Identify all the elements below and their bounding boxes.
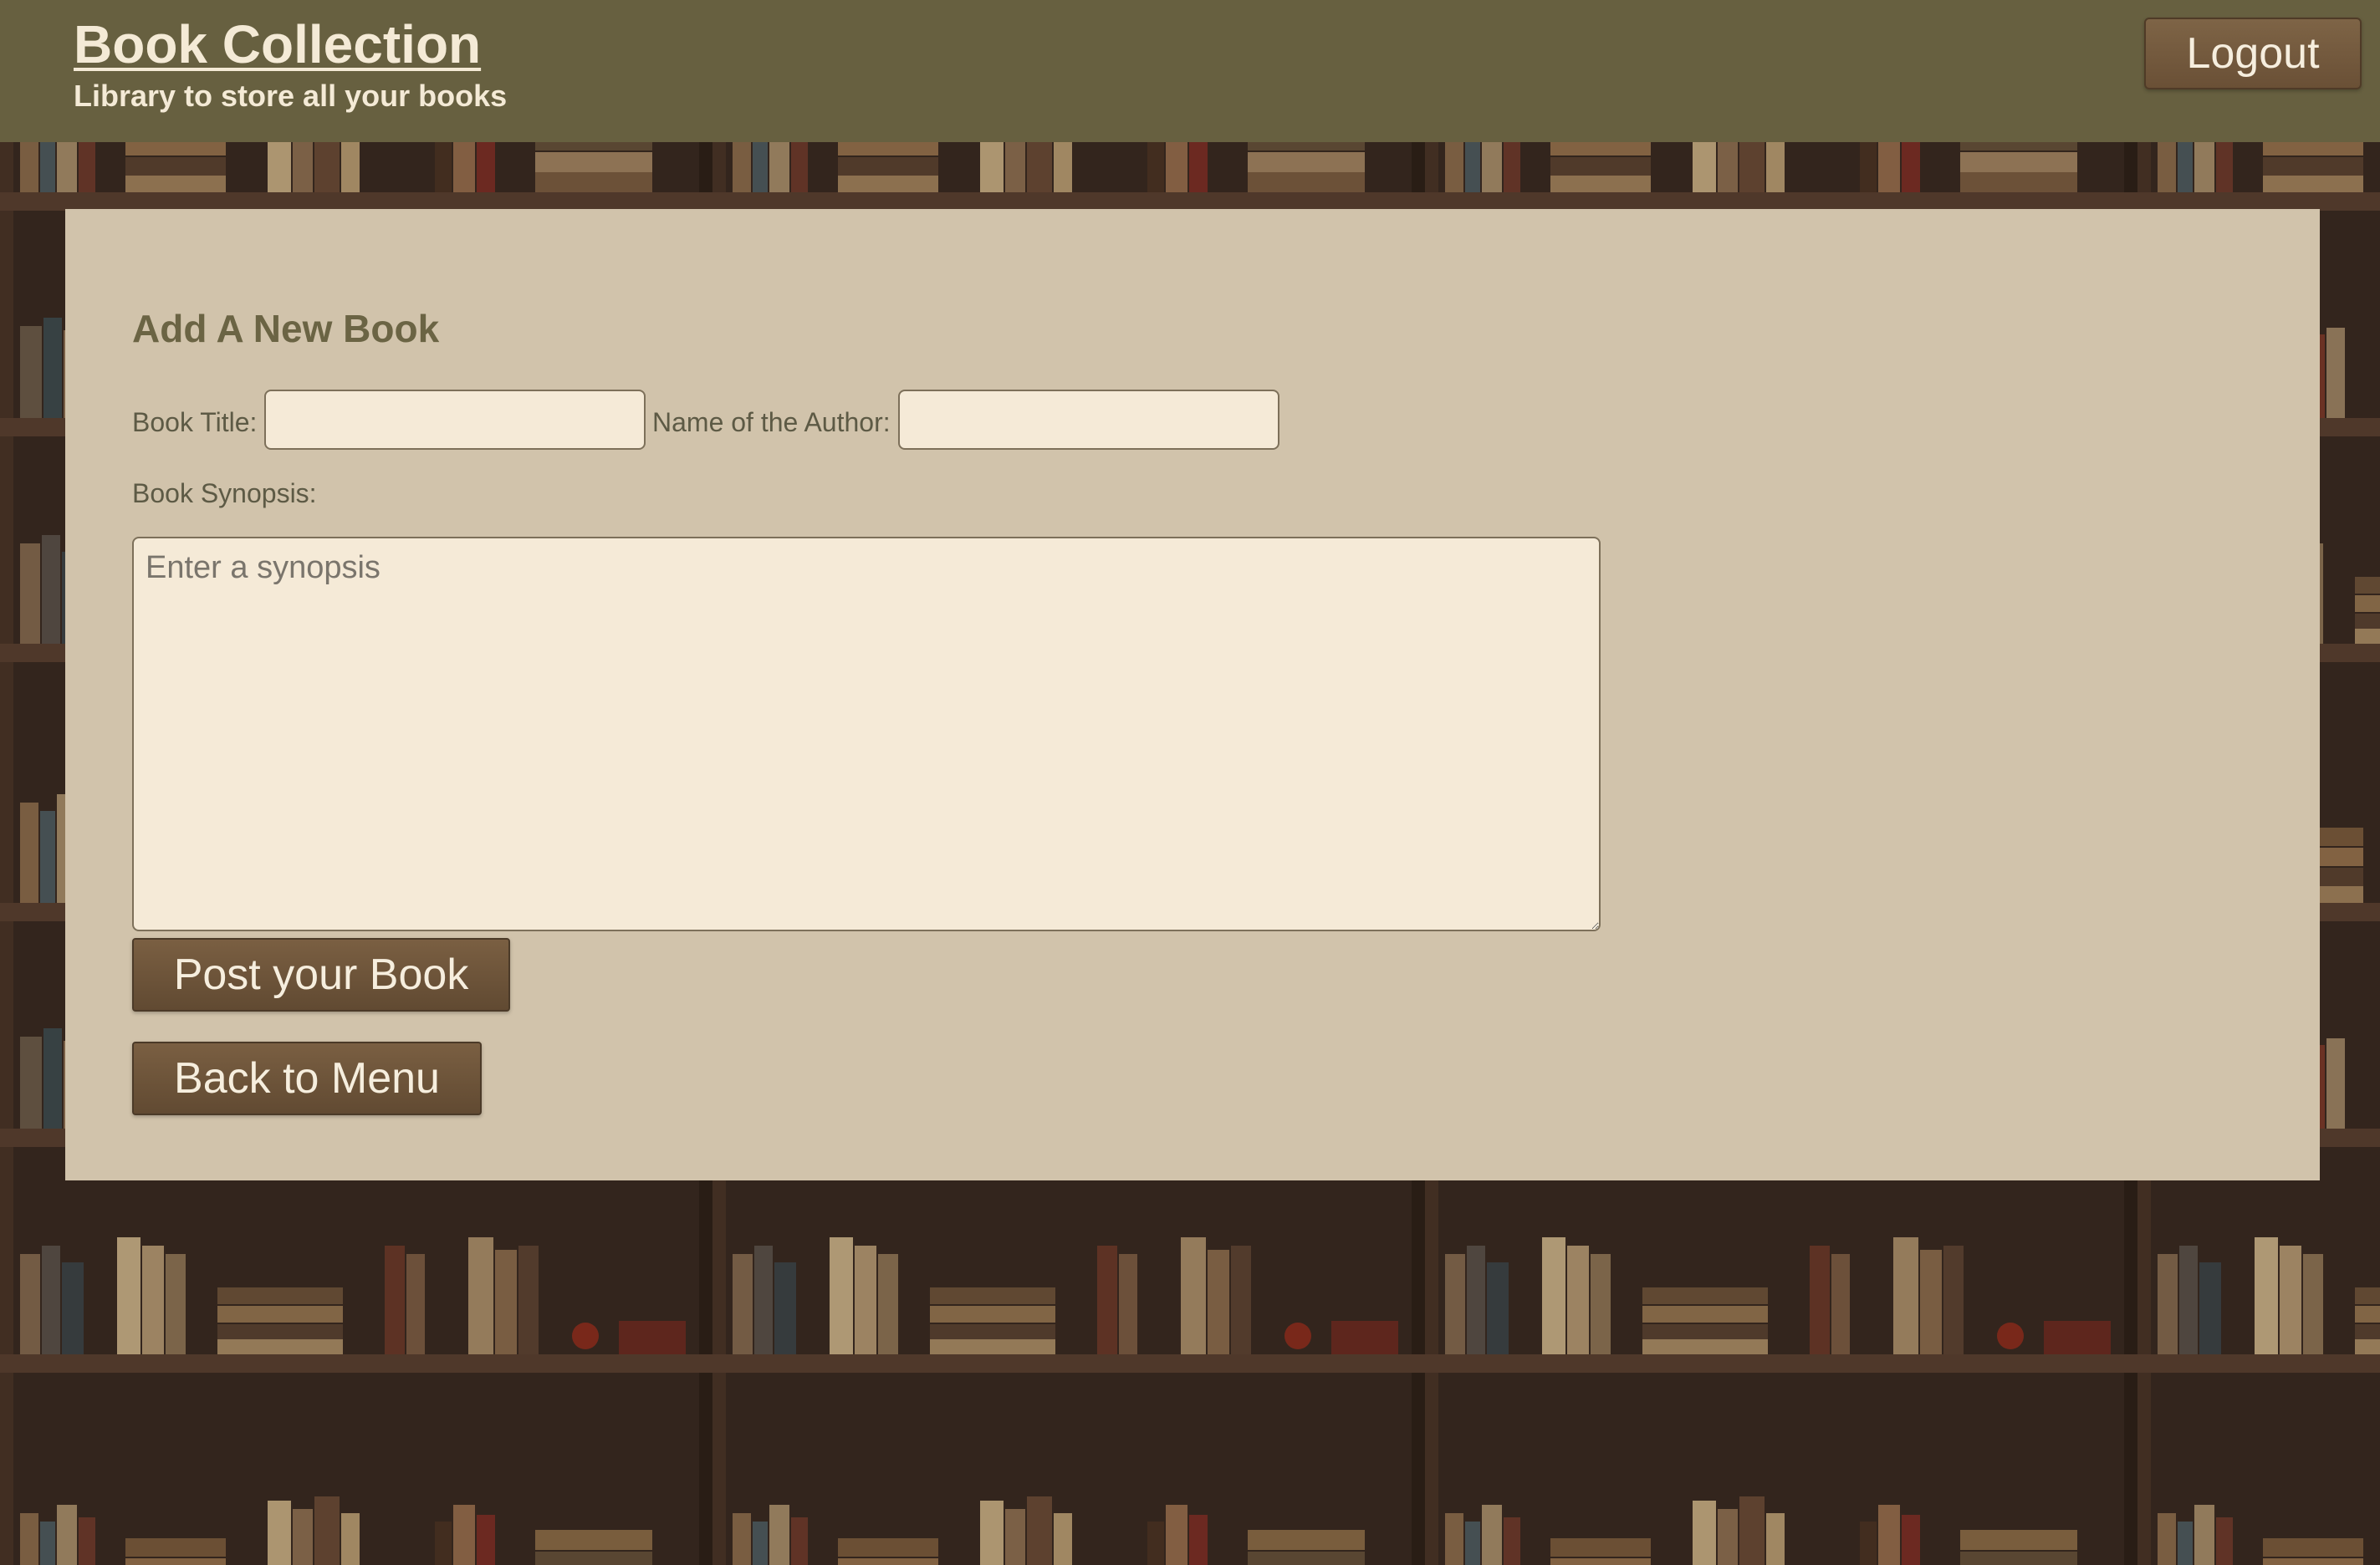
site-title-link[interactable]: Book Collection bbox=[74, 15, 481, 74]
site-header: Book Collection Library to store all you… bbox=[0, 0, 2380, 142]
book-title-label: Book Title: bbox=[132, 407, 258, 437]
post-book-button[interactable]: Post your Book bbox=[132, 938, 510, 1012]
add-book-panel: Add A New Book Book Title: Name of the A… bbox=[65, 209, 2320, 1180]
book-synopsis-textarea[interactable] bbox=[132, 537, 1601, 931]
author-name-input[interactable] bbox=[898, 390, 1279, 450]
book-synopsis-label: Book Synopsis: bbox=[132, 478, 317, 508]
back-to-menu-button[interactable]: Back to Menu bbox=[132, 1042, 482, 1115]
author-name-label: Name of the Author: bbox=[652, 407, 891, 437]
logout-button[interactable]: Logout bbox=[2144, 18, 2362, 89]
form-heading: Add A New Book bbox=[132, 307, 440, 350]
site-subtitle: Library to store all your books bbox=[74, 79, 508, 113]
book-title-input[interactable] bbox=[264, 390, 646, 450]
